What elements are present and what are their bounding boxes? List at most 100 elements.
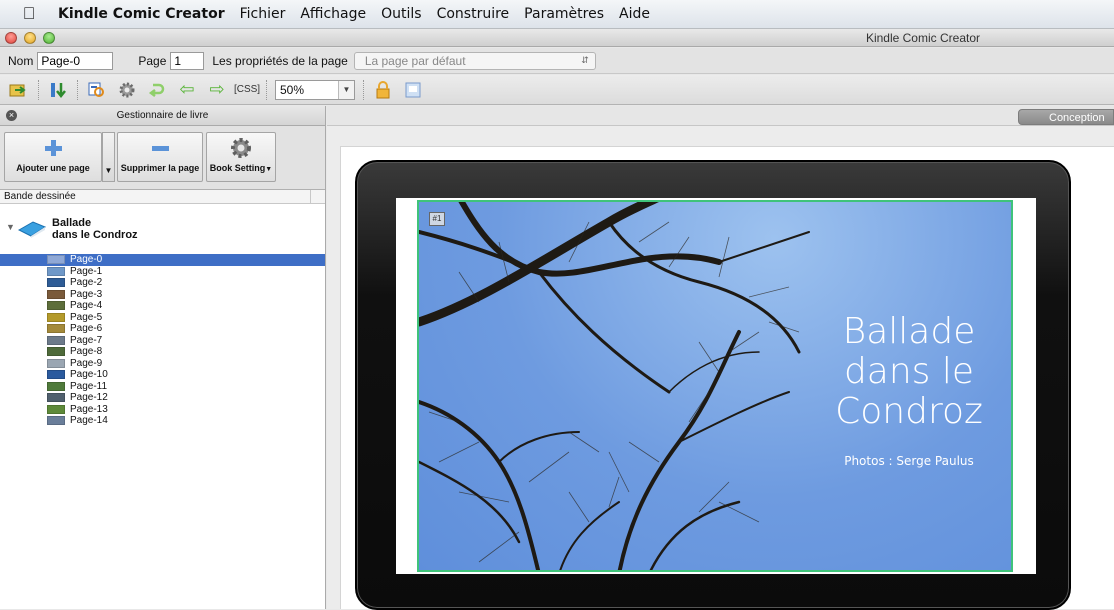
book-tree-root[interactable]: ▼ Ballade dans le Condroz	[0, 204, 325, 244]
page-name-input[interactable]	[37, 51, 114, 70]
page-thumbnail-icon	[47, 266, 65, 276]
page-list-item[interactable]: Page-8	[0, 346, 325, 358]
add-page-dropdown[interactable]: ▼	[102, 132, 115, 182]
tablet-screen: #1 Ballade dans le Condroz Photos : Serg…	[396, 198, 1036, 574]
artwork-title: Ballade dans le Condroz	[819, 312, 999, 432]
menu-affichage[interactable]: Affichage	[300, 6, 366, 22]
page-thumbnail-icon	[47, 301, 65, 311]
page-list-label: Page-5	[70, 311, 103, 323]
main-toolbar: ⇦ ⇨ [CSS] 50% ▼	[0, 75, 1114, 105]
page-list-item[interactable]: Page-13	[0, 404, 325, 416]
page-list-label: Page-9	[70, 357, 103, 369]
toolbar-separator	[266, 79, 267, 100]
page-list-label: Page-6	[70, 323, 103, 335]
add-page-button[interactable]: Ajouter une page	[4, 132, 102, 182]
zoom-select[interactable]: 50% ▼	[275, 79, 355, 100]
close-icon[interactable]: ×	[6, 110, 17, 121]
page-thumbnail-icon	[47, 289, 65, 299]
add-page-label: Ajouter une page	[16, 163, 90, 173]
page-list-item[interactable]: Page-7	[0, 335, 325, 347]
arrow-right-icon[interactable]: ⇨	[206, 79, 228, 101]
page-number-badge: #1	[429, 212, 445, 226]
chevron-down-icon: ▼	[338, 80, 354, 99]
page-properties-bar: Nom Page Les propriétés de la page La pa…	[0, 48, 1114, 74]
page-thumbnail-icon	[47, 278, 65, 288]
minus-icon	[118, 133, 202, 163]
page-thumbnail-icon	[47, 404, 65, 414]
page-list-label: Page-13	[70, 403, 108, 415]
import-icon[interactable]	[8, 79, 30, 101]
sort-icon[interactable]	[47, 79, 69, 101]
menu-app-name[interactable]: Kindle Comic Creator	[58, 6, 225, 22]
menu-outils[interactable]: Outils	[381, 6, 421, 22]
page-properties-select[interactable]: La page par défaut ⇵	[353, 51, 596, 70]
mac-menubar:  Kindle Comic Creator Fichier Affichage…	[0, 0, 1114, 29]
redo-icon[interactable]	[146, 79, 168, 101]
delete-page-button[interactable]: Supprimer la page	[117, 132, 203, 182]
page-list-label: Page-11	[70, 380, 108, 392]
page-thumbnail-icon	[47, 393, 65, 403]
menu-fichier[interactable]: Fichier	[240, 6, 286, 22]
book-title-line1: Ballade	[52, 217, 92, 229]
book-manager-header: × Gestionnaire de livre	[0, 106, 325, 126]
page-view-icon[interactable]	[402, 79, 424, 101]
page-list-item[interactable]: Page-14	[0, 415, 325, 427]
design-area: Conception #1 Ballade dans le Condroz Ph…	[327, 106, 1114, 610]
preview-icon[interactable]	[86, 79, 108, 101]
tablet-frame: #1 Ballade dans le Condroz Photos : Serg…	[355, 160, 1071, 610]
name-label: Nom	[8, 53, 34, 68]
page-artwork[interactable]: #1 Ballade dans le Condroz Photos : Serg…	[417, 200, 1013, 572]
page-list-item[interactable]: Page-2	[0, 277, 325, 289]
book-settings-button[interactable]: Book Setting▼	[206, 132, 276, 182]
css-label: CSS	[236, 84, 258, 95]
arrow-left-icon[interactable]: ⇦	[176, 79, 198, 101]
page-list-item[interactable]: Page-1	[0, 266, 325, 278]
artwork-subtitle: Photos : Serge Paulus	[844, 454, 974, 468]
delete-page-label: Supprimer la page	[120, 163, 200, 173]
page-list-label: Page-3	[70, 288, 103, 300]
page-thumbnail-icon	[47, 347, 65, 357]
menu-construire[interactable]: Construire	[437, 6, 510, 22]
page-list-label: Page-7	[70, 334, 103, 346]
book-settings-label: Book Setting	[209, 163, 266, 173]
disclosure-triangle-icon[interactable]: ▼	[6, 222, 15, 232]
plus-icon	[5, 133, 101, 163]
page-number-label: Page	[138, 53, 167, 68]
page-list-label: Page-14	[70, 415, 108, 427]
page-list-label: Page-10	[70, 369, 108, 381]
gear-icon	[207, 133, 275, 163]
apple-icon[interactable]: 	[0, 4, 58, 24]
page-list-item[interactable]: Page-5	[0, 312, 325, 324]
page-thumbnail-icon	[47, 255, 65, 265]
toolbar-separator	[38, 79, 39, 100]
tree-column-header[interactable]: Bande dessinée	[0, 190, 325, 204]
page-list-label: Page-0	[70, 254, 103, 266]
page-list-item[interactable]: Page-0	[0, 254, 325, 266]
page-thumbnail-icon	[47, 335, 65, 345]
artwork-title-line3: Condroz	[835, 391, 983, 432]
book-manager-title: Gestionnaire de livre	[116, 110, 209, 121]
page-list-item[interactable]: Page-9	[0, 358, 325, 370]
gear-icon[interactable]	[116, 79, 138, 101]
page-thumbnail-icon	[47, 324, 65, 334]
book-title: Ballade dans le Condroz	[52, 217, 172, 241]
menu-parametres[interactable]: Paramètres	[524, 6, 604, 22]
book-manager-panel: × Gestionnaire de livre Ajouter une page…	[0, 106, 326, 609]
page-list-item[interactable]: Page-12	[0, 392, 325, 404]
tab-conception[interactable]: Conception	[1018, 109, 1114, 125]
menu-aide[interactable]: Aide	[619, 6, 650, 22]
css-icon[interactable]: [CSS]	[234, 79, 260, 101]
page-properties-value: La page par défaut	[364, 53, 466, 68]
page-thumbnail-icon	[47, 358, 65, 368]
book-manager-buttons: Ajouter une page ▼ Supprimer la page Boo…	[0, 126, 325, 190]
page-number-input[interactable]	[170, 51, 205, 70]
artwork-title-line2: dans le	[843, 351, 975, 392]
page-list-label: Page-12	[70, 392, 108, 404]
page-list-item[interactable]: Page-4	[0, 300, 325, 312]
page-list-item[interactable]: Page-3	[0, 289, 325, 301]
lock-icon[interactable]	[372, 79, 394, 101]
page-list-item[interactable]: Page-10	[0, 369, 325, 381]
page-list-item[interactable]: Page-6	[0, 323, 325, 335]
page-list-item[interactable]: Page-11	[0, 381, 325, 393]
window-title: Kindle Comic Creator	[865, 31, 980, 45]
